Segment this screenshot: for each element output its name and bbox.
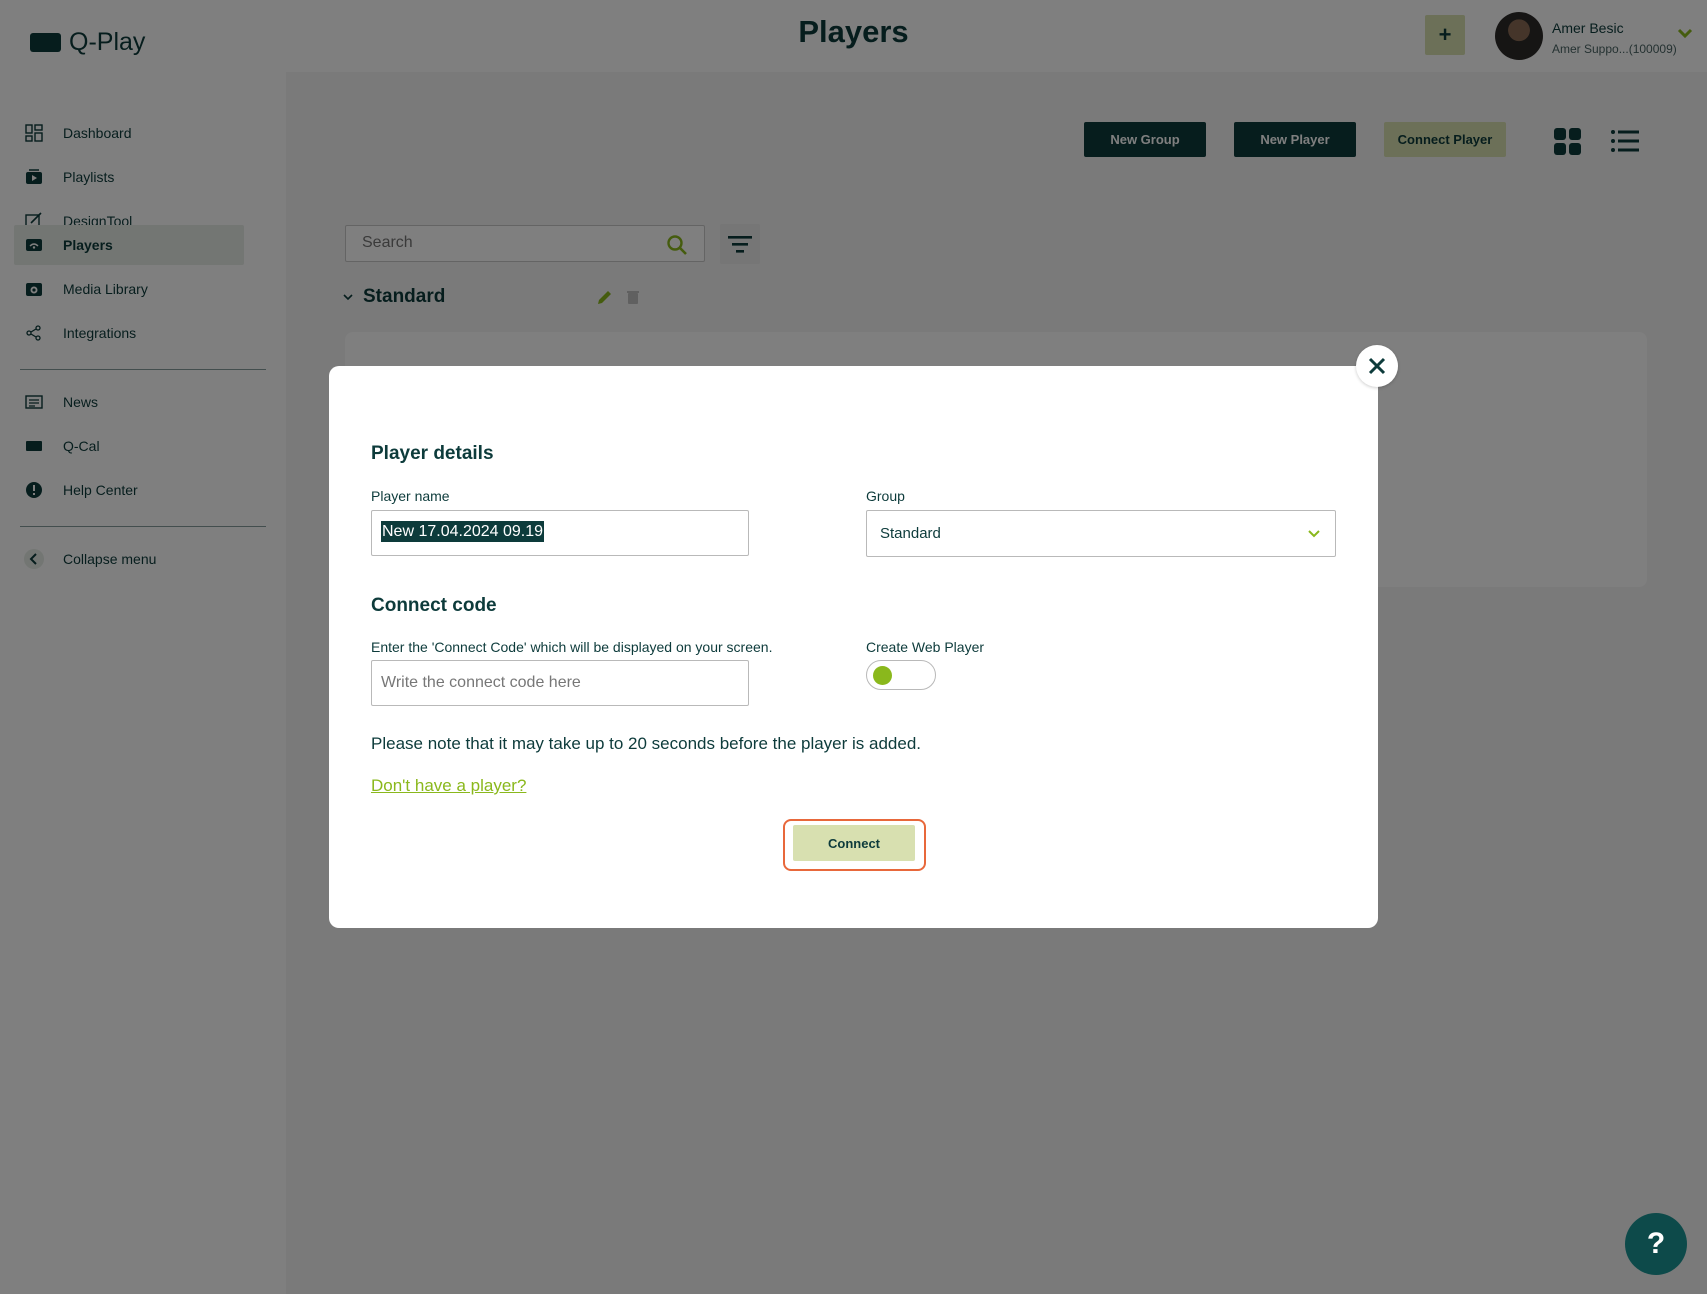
connect-note: Please note that it may take up to 20 se… (371, 734, 922, 753)
toggle-knob (873, 666, 892, 685)
player-details-title: Player details (371, 443, 494, 464)
close-icon (1368, 357, 1386, 375)
group-select-value: Standard (880, 525, 941, 542)
connect-button[interactable]: Connect (793, 825, 915, 861)
connect-code-title: Connect code (371, 595, 497, 616)
help-button[interactable]: ? (1625, 1213, 1687, 1275)
connect-code-input[interactable] (371, 660, 749, 706)
player-name-label: Player name (371, 488, 450, 504)
group-label: Group (866, 488, 905, 504)
group-select[interactable]: Standard (866, 510, 1336, 557)
web-player-label: Create Web Player (866, 639, 985, 655)
no-player-link[interactable]: Don't have a player? (371, 776, 526, 796)
web-player-toggle[interactable] (866, 660, 936, 690)
chevron-down-icon (1308, 530, 1320, 538)
player-name-selected-text: New 17.04.2024 09.19 (381, 521, 545, 542)
connect-code-label: Enter the 'Connect Code' which will be d… (371, 639, 773, 655)
close-button[interactable] (1356, 345, 1398, 387)
